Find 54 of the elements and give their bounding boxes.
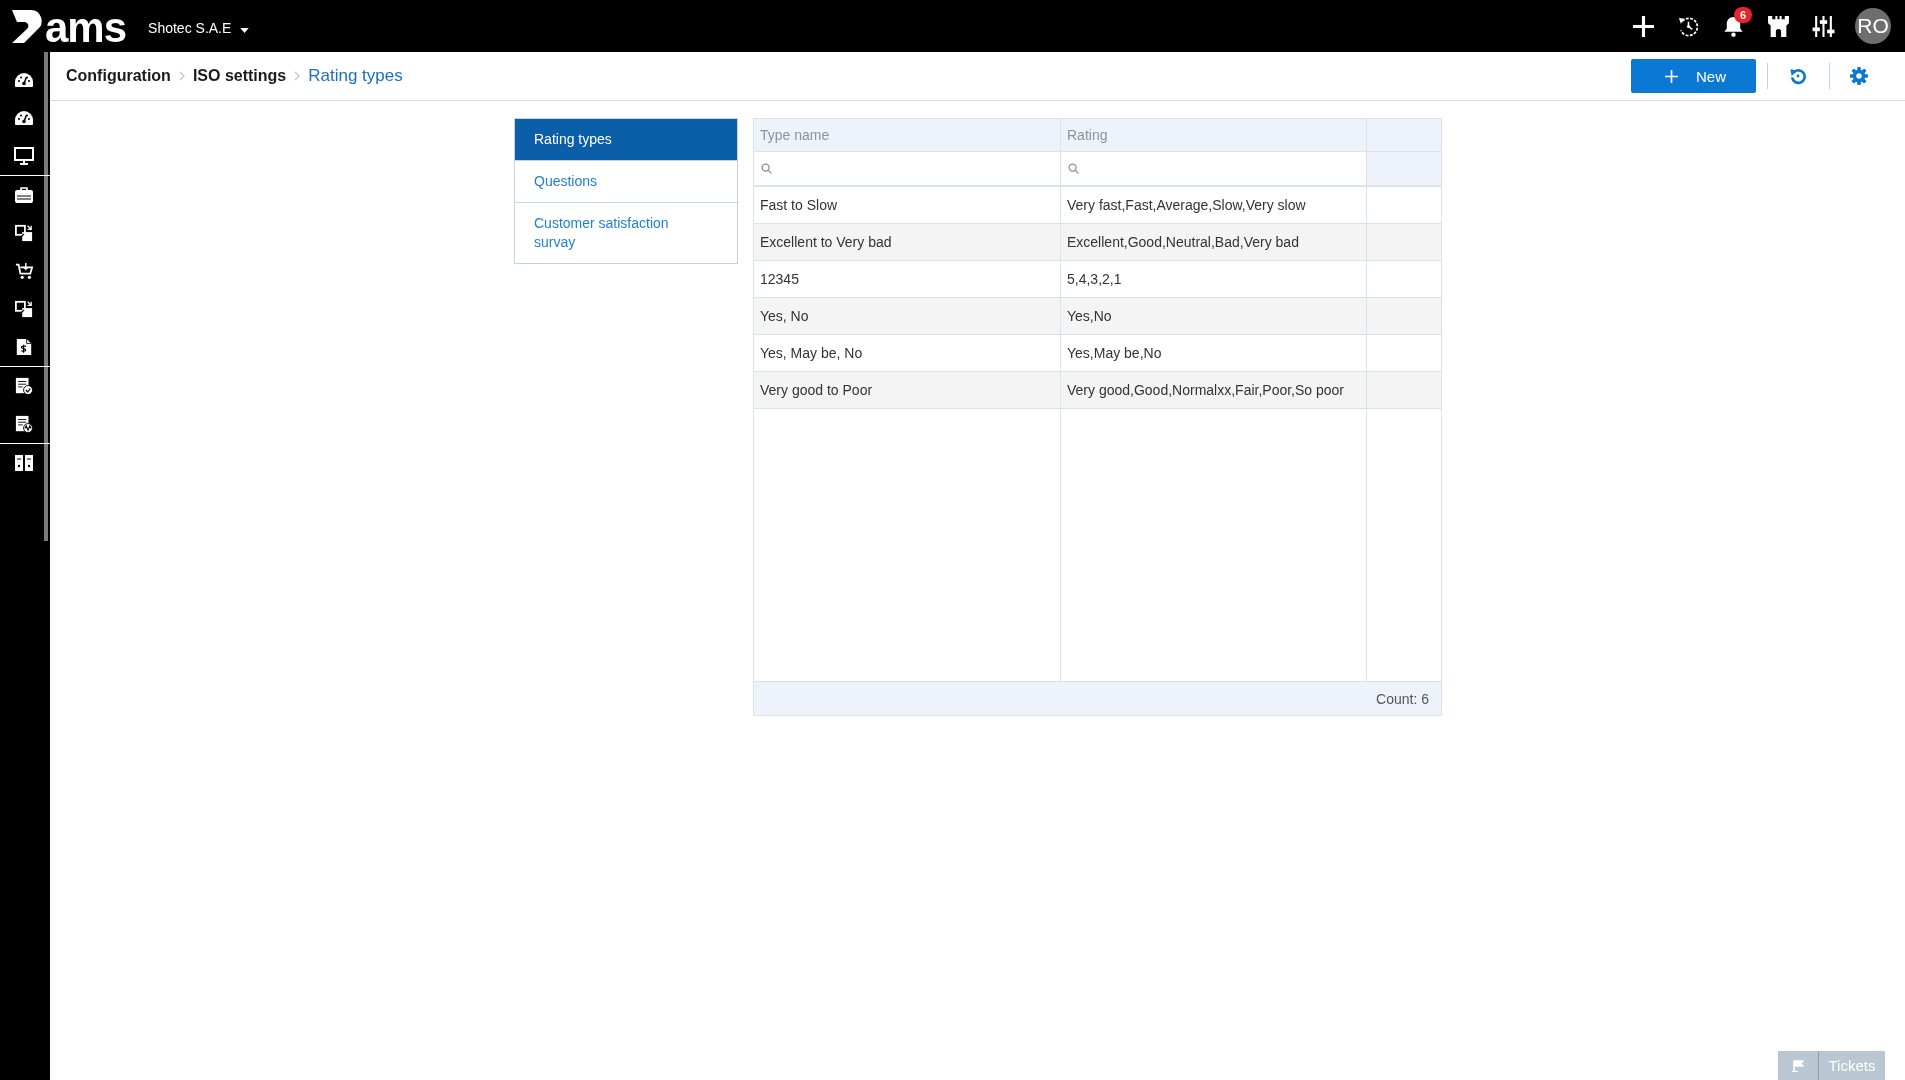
table-cell: Very good to Poor — [754, 372, 1061, 408]
gauge-icon[interactable] — [14, 109, 34, 127]
scrollbar[interactable] — [44, 52, 48, 541]
column-header[interactable]: Rating — [1061, 119, 1367, 151]
menu-item[interactable]: Rating types — [515, 119, 737, 160]
settings-icon[interactable] — [1850, 67, 1868, 85]
column-header[interactable]: Type name — [754, 119, 1061, 151]
window-arrows-icon[interactable] — [14, 224, 34, 242]
table-cell: Very fast,Fast,Average,Slow,Very slow — [1061, 187, 1367, 223]
history-icon[interactable] — [1677, 14, 1700, 38]
binders-icon[interactable] — [14, 454, 34, 472]
breadcrumb-item: Rating types — [308, 66, 403, 86]
logo-text: ams — [45, 10, 127, 46]
filter-field[interactable] — [1061, 152, 1367, 185]
refresh-icon[interactable] — [1789, 67, 1807, 85]
logo-mark-icon — [10, 8, 44, 44]
window-arrows-icon[interactable] — [14, 300, 34, 318]
caret-icon — [240, 28, 250, 33]
document-wave-icon[interactable] — [14, 415, 34, 433]
table-cell: Yes, No — [754, 298, 1061, 334]
menu-item[interactable]: Customer satisfaction survay — [515, 202, 737, 263]
breadcrumb-item[interactable]: ISO settings — [192, 67, 287, 85]
sliders-icon[interactable] — [1812, 14, 1835, 38]
filter-field[interactable] — [754, 152, 1061, 185]
checked-document-icon[interactable] — [14, 377, 34, 395]
table-cell: Excellent,Good,Neutral,Bad,Very bad — [1061, 224, 1367, 260]
search-icon — [1068, 163, 1079, 174]
chevron-icon — [294, 71, 301, 81]
chevron-icon — [178, 71, 185, 81]
company-selector[interactable]: Shotec S.A.E — [148, 19, 250, 36]
table-cell: Fast to Slow — [754, 187, 1061, 223]
user-avatar[interactable]: RO — [1855, 8, 1891, 44]
table-cell: Very good,Good,Normalxx,Fair,Poor,So poor — [1061, 372, 1367, 408]
table-cell: 12345 — [754, 261, 1061, 297]
table-cell: Yes, May be, No — [754, 335, 1061, 371]
table-cell: Excellent to Very bad — [754, 224, 1061, 260]
new-button[interactable]: New — [1631, 59, 1756, 93]
table-cell: Yes,May be,No — [1061, 335, 1367, 371]
gauge-icon[interactable] — [14, 71, 34, 89]
dollar-document-icon[interactable] — [14, 338, 34, 356]
notification-badge: 6 — [1734, 6, 1752, 23]
menu-item[interactable]: Questions — [515, 160, 737, 202]
table-cell: 5,4,3,2,1 — [1061, 261, 1367, 297]
flag-icon — [1792, 1059, 1804, 1072]
plus-icon — [1665, 69, 1678, 83]
table-cell: Yes,No — [1061, 298, 1367, 334]
monitor-icon[interactable] — [14, 147, 34, 165]
castle-icon[interactable] — [1767, 14, 1790, 38]
plus-icon[interactable] — [1632, 14, 1655, 38]
record-count: Count: 6 — [1376, 690, 1429, 707]
briefcase-icon[interactable] — [14, 186, 34, 204]
breadcrumb-item[interactable]: Configuration — [66, 67, 171, 85]
cart-icon[interactable] — [14, 262, 34, 280]
search-icon — [761, 163, 772, 174]
